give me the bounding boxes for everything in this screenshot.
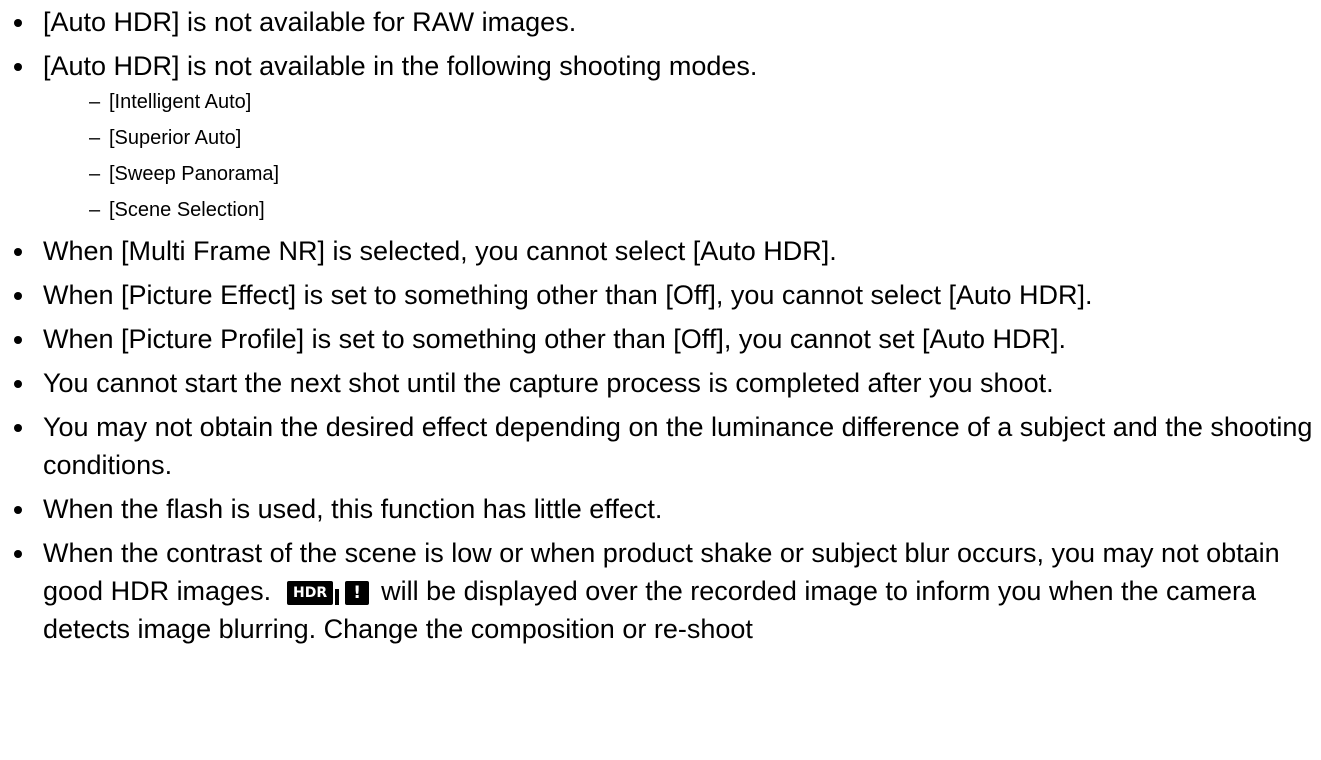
hdr-icon: HDR: [287, 581, 340, 605]
hdr-icon-label: HDR: [287, 581, 334, 605]
note-text: [Auto HDR] is not available for RAW imag…: [43, 7, 577, 37]
shooting-mode-item: [Superior Auto]: [43, 124, 1321, 152]
note-text: You cannot start the next shot until the…: [43, 368, 1054, 398]
note-item: You cannot start the next shot until the…: [0, 364, 1321, 402]
note-item: When [Picture Profile] is set to somethi…: [0, 320, 1321, 358]
note-text: You may not obtain the desired effect de…: [43, 412, 1313, 480]
shooting-mode-item: [Intelligent Auto]: [43, 88, 1321, 116]
note-item: When [Multi Frame NR] is selected, you c…: [0, 232, 1321, 270]
warning-icon: !: [345, 581, 370, 605]
note-item: [Auto HDR] is not available in the follo…: [0, 47, 1321, 224]
shooting-mode-item: [Scene Selection]: [43, 196, 1321, 224]
note-text: When [Picture Effect] is set to somethin…: [43, 280, 1093, 310]
note-text: [Auto HDR] is not available in the follo…: [43, 51, 758, 81]
hdr-warning-icon-group: HDR!: [287, 581, 370, 605]
note-item: [Auto HDR] is not available for RAW imag…: [0, 3, 1321, 41]
notes-list: [Auto HDR] is not available for RAW imag…: [0, 3, 1321, 648]
notes-page: [Auto HDR] is not available for RAW imag…: [0, 0, 1321, 760]
note-item: When [Picture Effect] is set to somethin…: [0, 276, 1321, 314]
note-text: When [Multi Frame NR] is selected, you c…: [43, 236, 837, 266]
note-text: When the flash is used, this function ha…: [43, 494, 663, 524]
shooting-modes-list: [Intelligent Auto] [Superior Auto] [Swee…: [43, 88, 1321, 224]
note-item-hdr-warning: When the contrast of the scene is low or…: [0, 534, 1321, 648]
note-item: When the flash is used, this function ha…: [0, 490, 1321, 528]
hdr-icon-tail: [335, 589, 340, 605]
shooting-mode-item: [Sweep Panorama]: [43, 160, 1321, 188]
note-text: When [Picture Profile] is set to somethi…: [43, 324, 1066, 354]
note-item: You may not obtain the desired effect de…: [0, 408, 1321, 484]
